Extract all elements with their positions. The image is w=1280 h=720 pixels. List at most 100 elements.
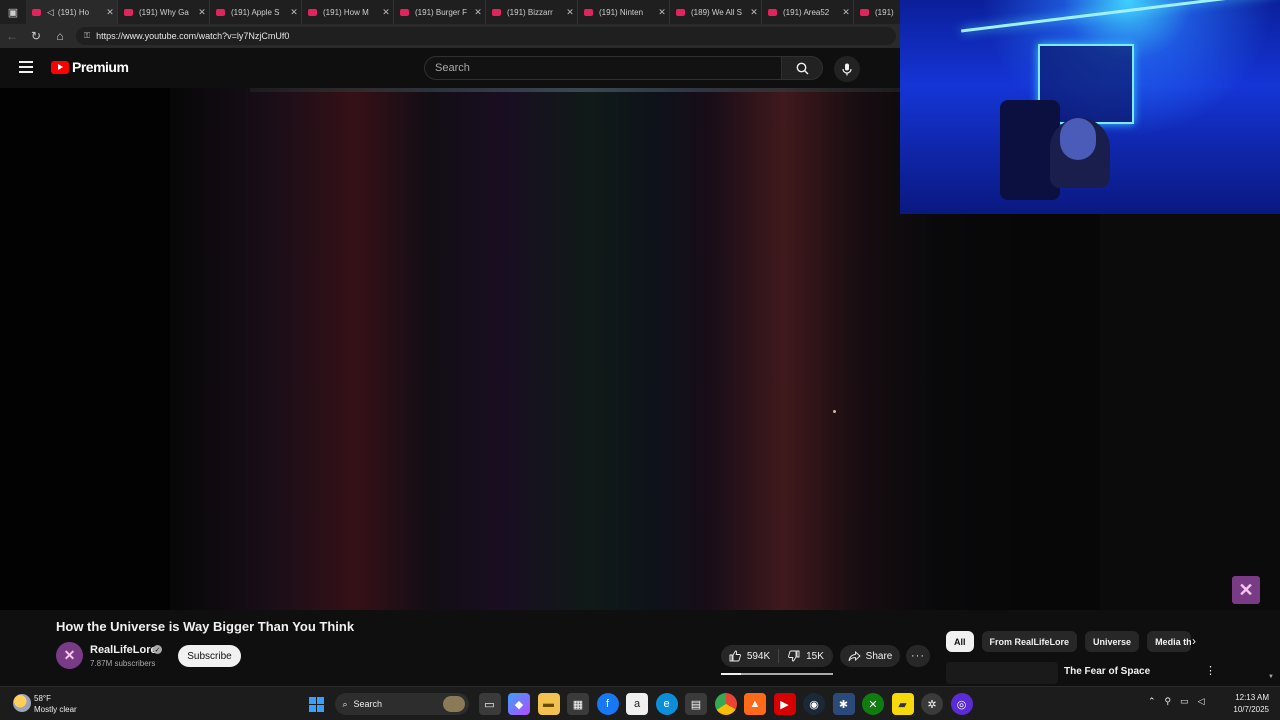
browser-tab[interactable]: (191) Bizzarr ✕ (486, 0, 578, 24)
scroll-down-icon[interactable]: ▼ (1268, 674, 1274, 680)
browser-tab[interactable]: (191) Burger F ✕ (394, 0, 486, 24)
obs-icon[interactable]: ◎ (950, 693, 973, 715)
home-icon[interactable]: ⌂ (48, 29, 72, 43)
youtube-logo[interactable]: Premium (51, 59, 129, 75)
site-info-icon[interactable]: ⚿ (84, 31, 90, 41)
search-button[interactable] (781, 56, 823, 80)
close-tab-icon[interactable]: ✕ (839, 7, 853, 18)
search-highlight-icon (442, 696, 465, 712)
weather-temperature[interactable]: 58°F (34, 694, 51, 703)
close-tab-icon[interactable]: ✕ (655, 7, 669, 18)
clock-date[interactable]: 10/7/2025 (1205, 705, 1269, 714)
edge-icon[interactable]: e (655, 693, 678, 715)
thumbs-down-icon (788, 650, 800, 662)
video-letterbox (0, 88, 170, 610)
copilot-icon[interactable]: ◆ (508, 693, 530, 715)
chrome-icon[interactable] (714, 693, 737, 715)
youtube-app-icon[interactable]: ▶ (773, 693, 796, 715)
tab-title: (191) Ninten (599, 7, 644, 17)
thumbs-up-icon (729, 650, 741, 662)
browser-tab[interactable]: (191) Ninten ✕ (578, 0, 670, 24)
subscribe-button[interactable]: Subscribe (178, 645, 241, 667)
chip-all[interactable]: All (946, 631, 974, 652)
close-tab-icon[interactable]: ✕ (563, 7, 577, 18)
address-bar[interactable]: ⚿ https://www.youtube.com/watch?v=ly7Nzj… (76, 27, 896, 45)
close-tab-icon[interactable]: ✕ (195, 7, 209, 18)
chevron-up-icon[interactable]: ⌃ (1148, 696, 1156, 707)
youtube-favicon-icon (584, 8, 593, 16)
tab-title: (191) Why Ga (139, 7, 189, 17)
dislike-button[interactable]: 15K (779, 650, 833, 662)
youtube-favicon-icon (768, 8, 777, 16)
like-count: 594K (746, 650, 771, 662)
browser-tab[interactable]: (191) Apple S ✕ (210, 0, 302, 24)
close-tab-icon[interactable]: ✕ (747, 7, 761, 18)
nvidia-icon[interactable]: ⚲ (1165, 696, 1172, 707)
back-arrow-icon[interactable]: ← (0, 29, 24, 43)
share-button[interactable]: Share (840, 645, 900, 667)
url-text: https://www.youtube.com/watch?v=ly7NzjCm… (96, 31, 290, 41)
kebab-menu-icon[interactable]: ⋮ (1205, 664, 1216, 677)
close-tab-icon[interactable]: ✕ (471, 7, 485, 18)
menu-icon[interactable] (19, 61, 33, 73)
weather-icon[interactable] (13, 694, 31, 712)
chip-universe[interactable]: Universe (1085, 631, 1140, 652)
recommendation-title[interactable]: The Fear of Space (1064, 666, 1150, 677)
search-input[interactable]: Search (424, 56, 782, 80)
steam-icon[interactable]: ◉ (803, 693, 825, 715)
settings-gear-icon[interactable]: ✱ (832, 693, 855, 715)
video-title: How the Universe is Way Bigger Than You … (56, 619, 355, 634)
like-ratio-bar (721, 673, 833, 675)
browser-tab[interactable]: ◁ (191) Ho ✕ (26, 0, 118, 24)
tab-title: (189) We All S (691, 7, 742, 17)
taskbar-search[interactable]: ⌕ Search (334, 693, 469, 715)
pale-blue-dot (833, 410, 836, 413)
network-icon[interactable]: ▭ (1180, 696, 1189, 707)
tab-actions-icon[interactable]: ▣ (0, 0, 26, 24)
recommendation-thumbnail[interactable] (946, 662, 1058, 684)
task-view-icon[interactable]: ▭ (478, 693, 501, 715)
sticky-notes-icon[interactable]: ▰ (891, 693, 914, 715)
calculator-icon[interactable]: ▤ (685, 693, 707, 715)
chevron-right-icon[interactable]: › (1192, 634, 1196, 648)
close-tab-icon[interactable]: ✕ (103, 7, 117, 18)
start-button[interactable] (305, 693, 327, 715)
speaker-icon[interactable]: ◁ (47, 7, 54, 18)
tab-title: (191) Burger F (415, 7, 468, 17)
reload-icon[interactable]: ↻ (24, 29, 48, 43)
amazon-icon[interactable]: a (626, 693, 648, 715)
channel-watermark-icon[interactable]: ✕ (1232, 576, 1260, 604)
channel-avatar[interactable]: ✕ (56, 642, 83, 669)
volume-icon[interactable]: ◁ (1198, 696, 1205, 707)
logo-wordmark: Premium (72, 59, 129, 75)
close-tab-icon[interactable]: ✕ (379, 7, 393, 18)
vlc-icon[interactable]: ▲ (744, 693, 766, 715)
chip-from-channel[interactable]: From RealLifeLore (981, 631, 1078, 652)
clock-time[interactable]: 12:13 AM (1205, 693, 1269, 702)
browser-tab[interactable]: (191) Why Ga ✕ (118, 0, 210, 24)
channel-name[interactable]: RealLifeLore (90, 644, 157, 656)
xbox-icon[interactable]: ✕ (862, 693, 884, 715)
facebook-icon[interactable]: f (596, 693, 619, 715)
chip-media[interactable]: Media th (1147, 631, 1192, 652)
tab-title: (191) How M (323, 7, 369, 17)
browser-tab[interactable]: (191) Area52 ✕ (762, 0, 854, 24)
browser-tab[interactable]: (189) We All S ✕ (670, 0, 762, 24)
more-actions-button[interactable]: ··· (906, 645, 930, 667)
taskbar-search-label: Search (353, 699, 383, 709)
weather-description[interactable]: Mostly clear (34, 705, 77, 714)
voice-search-button[interactable] (834, 56, 860, 82)
like-button[interactable]: 594K (721, 649, 779, 663)
microphone-icon (842, 63, 852, 75)
youtube-favicon-icon (32, 8, 41, 16)
youtube-favicon-icon (676, 8, 685, 16)
chatgpt-icon[interactable]: ✲ (921, 693, 943, 715)
close-tab-icon[interactable]: ✕ (287, 7, 301, 18)
windows-taskbar: 58°F Mostly clear ⌕ Search ▭ ◆ ▬ ▦ f a e… (0, 686, 1280, 720)
browser-tab[interactable]: (191) How M ✕ (302, 0, 394, 24)
store-icon[interactable]: ▦ (567, 693, 589, 715)
file-explorer-icon[interactable]: ▬ (537, 693, 560, 715)
youtube-favicon-icon (860, 8, 869, 16)
webcam-overlay (900, 0, 1280, 214)
led-strip (961, 0, 1279, 33)
